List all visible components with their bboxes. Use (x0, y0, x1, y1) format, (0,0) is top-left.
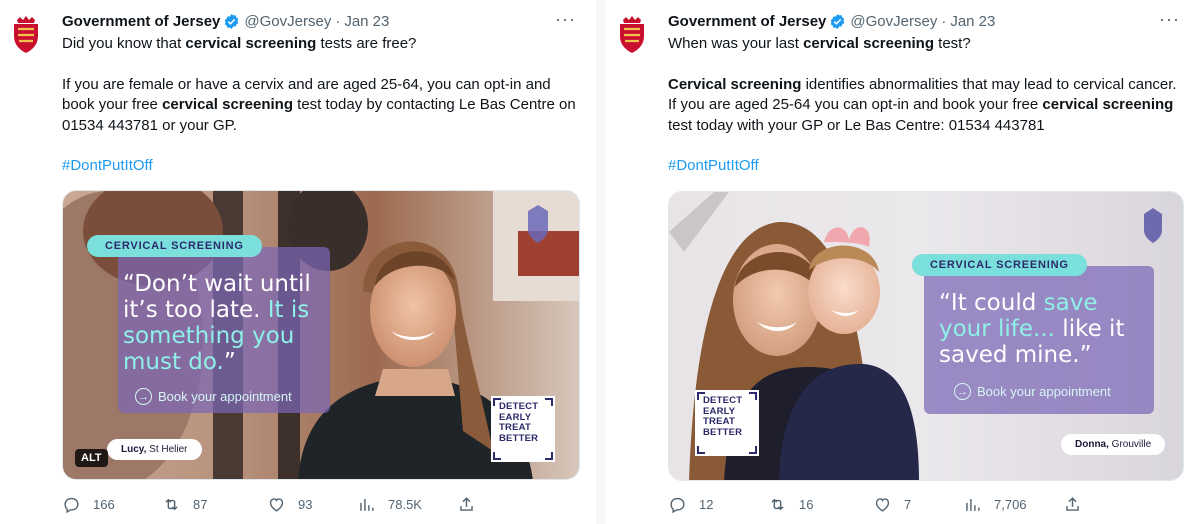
book-appointment-label: Book your appointment (158, 389, 292, 404)
jersey-crest-icon[interactable] (614, 14, 650, 54)
views-button[interactable]: 7,706 (963, 495, 1063, 514)
quote-text: “Don’t wait until it’s too late. It is s… (123, 271, 323, 375)
detect-early-logo: DETECT EARLY TREAT BETTER (695, 390, 759, 456)
person-badge: Donna, Grouville (1061, 434, 1166, 455)
quote-text: “It could save your life... like it save… (939, 290, 1149, 368)
tweet-paragraph: Cervical screening identifies abnormalit… (668, 75, 1184, 137)
person-name: Lucy, (121, 444, 147, 455)
book-appointment: → Book your appointment (135, 388, 292, 405)
book-appointment: → Book your appointment (954, 383, 1111, 400)
share-button[interactable] (457, 495, 476, 514)
arrow-right-icon: → (135, 388, 152, 405)
text-run-bold: cervical screening (162, 96, 293, 114)
tweet-header: Government of Jersey @GovJersey · Jan 23… (668, 10, 1180, 31)
like-button[interactable]: 7 (873, 495, 963, 514)
logo-line: DETECT (499, 401, 539, 412)
like-count: 7 (904, 496, 912, 512)
tweet-paragraph: Did you know that cervical screening tes… (62, 34, 580, 55)
tweet-text: When was your last cervical screening te… (668, 34, 1184, 197)
account-handle[interactable]: @GovJersey (244, 13, 331, 30)
like-icon (875, 497, 890, 512)
tweet-image[interactable]: CERVICAL SCREENING “Don’t wait until it’… (62, 190, 580, 480)
logo-line: TREAT (499, 422, 531, 433)
retweet-count: 87 (193, 496, 208, 512)
divider (596, 0, 606, 524)
retweet-button[interactable]: 16 (768, 495, 873, 514)
tweet-2[interactable]: Government of Jersey @GovJersey · Jan 23… (606, 0, 1200, 524)
person-badge: Lucy, St Helier (107, 439, 202, 460)
cervical-screening-pill: CERVICAL SCREENING (912, 254, 1087, 276)
more-icon[interactable]: ··· (1159, 10, 1180, 28)
text-run: tests are free? (316, 35, 417, 52)
reply-icon (670, 497, 685, 513)
tweet-text: Did you know that cervical screening tes… (62, 34, 580, 197)
share-icon (460, 496, 473, 511)
tweet-date[interactable]: Jan 23 (950, 13, 995, 30)
tweet-actions: 12 16 7 7,706 (668, 493, 1118, 515)
tweet-image[interactable]: CERVICAL SCREENING “It could save your l… (668, 191, 1184, 481)
text-run-bold: cervical screening (1042, 96, 1174, 114)
views-icon (966, 498, 980, 511)
reply-count: 166 (93, 496, 115, 512)
logo-line: TREAT (703, 416, 735, 427)
tweet-paragraph: #DontPutItOff (62, 156, 580, 177)
text-run: test today with your GP or Le Bas Centre… (668, 116, 1045, 134)
reply-icon (64, 497, 79, 513)
person-place: Grouville (1111, 439, 1152, 450)
like-button[interactable]: 93 (267, 495, 357, 514)
account-handle[interactable]: @GovJersey (850, 13, 937, 30)
tweet-paragraph: When was your last cervical screening te… (668, 34, 1184, 55)
detect-early-logo: DETECT EARLY TREAT BETTER (491, 396, 555, 462)
reply-button[interactable]: 12 (668, 495, 768, 514)
more-icon[interactable]: ··· (555, 10, 576, 28)
hashtag-link[interactable]: #DontPutItOff (62, 157, 153, 174)
quote-run: ” (223, 349, 236, 375)
retweet-icon (165, 498, 178, 510)
retweet-button[interactable]: 87 (162, 495, 267, 514)
tweet-header: Government of Jersey @GovJersey · Jan 23… (62, 10, 576, 31)
verified-badge-icon (831, 13, 845, 29)
cervical-screening-pill: CERVICAL SCREENING (87, 235, 262, 257)
text-run-bold: Cervical screening (668, 75, 802, 93)
logo-line: DETECT (703, 395, 743, 406)
reply-count: 12 (699, 496, 714, 512)
view-count: 78.5K (388, 496, 422, 512)
view-count: 7,706 (994, 496, 1027, 512)
tweet-date[interactable]: Jan 23 (344, 13, 389, 30)
alt-text-button[interactable]: ALT (75, 449, 108, 467)
account-name[interactable]: Government of Jersey (62, 13, 220, 30)
tweet-paragraph: #DontPutItOff (668, 156, 1184, 177)
like-icon (269, 497, 284, 512)
text-run-bold: cervical screening (185, 35, 317, 52)
views-icon (360, 498, 374, 511)
separator: · (941, 12, 947, 30)
tweet-paragraph: If you are female or have a cervix and a… (62, 75, 580, 137)
text-run: When was your last (668, 35, 804, 52)
person-name: Donna, (1075, 439, 1109, 450)
quote-run: “It could (939, 290, 1044, 316)
retweet-count: 16 (799, 496, 814, 512)
reply-button[interactable]: 166 (62, 495, 162, 514)
text-run: Did you know that (62, 35, 186, 52)
person-place: St Helier (149, 444, 188, 455)
share-button[interactable] (1063, 495, 1082, 514)
account-name[interactable]: Government of Jersey (668, 13, 826, 30)
logo-line: BETTER (499, 432, 539, 444)
like-count: 93 (298, 496, 313, 512)
separator: · (335, 12, 341, 30)
text-run: test? (933, 35, 971, 52)
jersey-crest-icon[interactable] (8, 14, 44, 54)
text-run-bold: cervical screening (803, 35, 934, 52)
retweet-icon (771, 498, 784, 510)
views-button[interactable]: 78.5K (357, 495, 457, 514)
verified-badge-icon (225, 13, 239, 29)
tweet-actions: 166 87 93 78.5K (62, 493, 512, 515)
hashtag-link[interactable]: #DontPutItOff (668, 157, 759, 174)
logo-line: BETTER (703, 426, 743, 438)
share-icon (1066, 496, 1079, 511)
arrow-right-icon: → (954, 383, 971, 400)
book-appointment-label: Book your appointment (977, 384, 1111, 399)
tweet-1[interactable]: Government of Jersey @GovJersey · Jan 23… (0, 0, 596, 524)
